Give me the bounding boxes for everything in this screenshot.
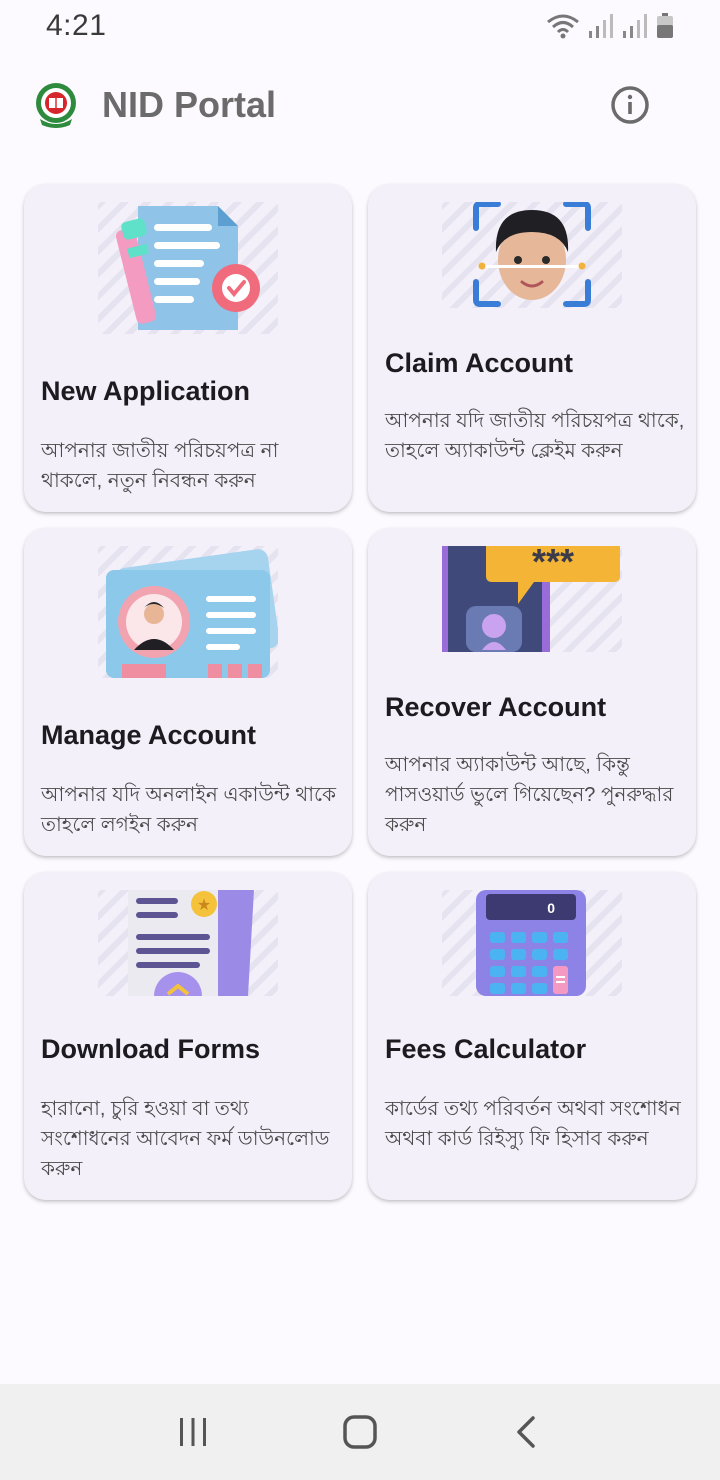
government-seal-logo <box>36 83 76 128</box>
card-description: কার্ডের তথ্য পরিবর্তন অথবা সংশোধন অথবা ক… <box>385 1098 681 1150</box>
manage-account-card[interactable]: Manage Account আপনার যদি অনলাইন একাউন্ট … <box>24 528 352 856</box>
card-title: Recover Account <box>385 692 607 722</box>
download-forms-card[interactable]: ★ Download Forms হারানো, চুরি হওয়া বা ত… <box>24 872 352 1200</box>
card-title: Manage Account <box>41 720 257 750</box>
wifi-icon <box>547 14 579 39</box>
status-icons <box>546 13 674 39</box>
card-title: Fees Calculator <box>385 1034 587 1064</box>
back-button[interactable] <box>497 1402 557 1462</box>
card-description: আপনার অ্যাকাউন্ট আছে, কিন্তু পাসওয়ার্ড … <box>385 754 674 836</box>
back-icon <box>516 1416 535 1448</box>
card-title: Download Forms <box>41 1034 261 1064</box>
calculator-illustration: 0 <box>442 890 622 996</box>
document-pen-check-illustration <box>98 202 278 334</box>
signal-icon <box>623 14 647 38</box>
claim-account-card[interactable]: Claim Account আপনার যদি জাতীয় পরিচয়পত্… <box>368 184 696 512</box>
svg-text:★: ★ <box>197 895 211 914</box>
card-title: New Application <box>41 376 251 406</box>
form-download-illustration: ★ <box>98 890 278 1020</box>
fees-calculator-card[interactable]: 0 Fees Calculator কার্ডের তথ্য পরিবর্তন … <box>368 872 696 1200</box>
info-icon <box>611 86 649 124</box>
card-description: আপনার জাতীয় পরিচয়পত্র না থাকলে, নতুন ন… <box>41 440 279 492</box>
new-application-card[interactable]: New Application আপনার জাতীয় পরিচয়পত্র … <box>24 184 352 512</box>
card-description: হারানো, চুরি হওয়া বা তথ্য সংশোধনের আবেদ… <box>41 1098 330 1180</box>
card-description: আপনার যদি অনলাইন একাউন্ট থাকে তাহলে লগইন… <box>41 784 337 836</box>
battery-icon <box>657 13 673 38</box>
recover-account-card[interactable]: *** Recover Account আপনার অ্যাকাউন্ট আছে… <box>368 528 696 856</box>
app-bar: NID Portal <box>0 70 720 140</box>
app-title: NID Portal <box>102 84 277 125</box>
id-card-illustration <box>98 546 280 678</box>
recents-button[interactable] <box>163 1402 223 1462</box>
system-nav-bar <box>0 1384 720 1480</box>
signal-icon <box>589 14 613 38</box>
home-button[interactable] <box>330 1402 390 1462</box>
service-grid: New Application আপনার জাতীয় পরিচয়পত্র … <box>24 184 696 1200</box>
card-title: Claim Account <box>385 348 574 378</box>
card-description: আপনার যদি জাতীয় পরিচয়পত্র থাকে, তাহলে … <box>385 410 685 462</box>
recents-icon <box>180 1418 207 1446</box>
calculator-display: 0 <box>547 900 555 916</box>
face-scan-illustration <box>442 201 622 308</box>
password-mask: *** <box>532 546 574 582</box>
password-recovery-illustration: *** <box>442 541 622 652</box>
info-button[interactable] <box>606 81 654 129</box>
status-bar: 4:21 <box>0 0 720 52</box>
home-icon <box>343 1415 377 1449</box>
status-time: 4:21 <box>46 9 107 42</box>
